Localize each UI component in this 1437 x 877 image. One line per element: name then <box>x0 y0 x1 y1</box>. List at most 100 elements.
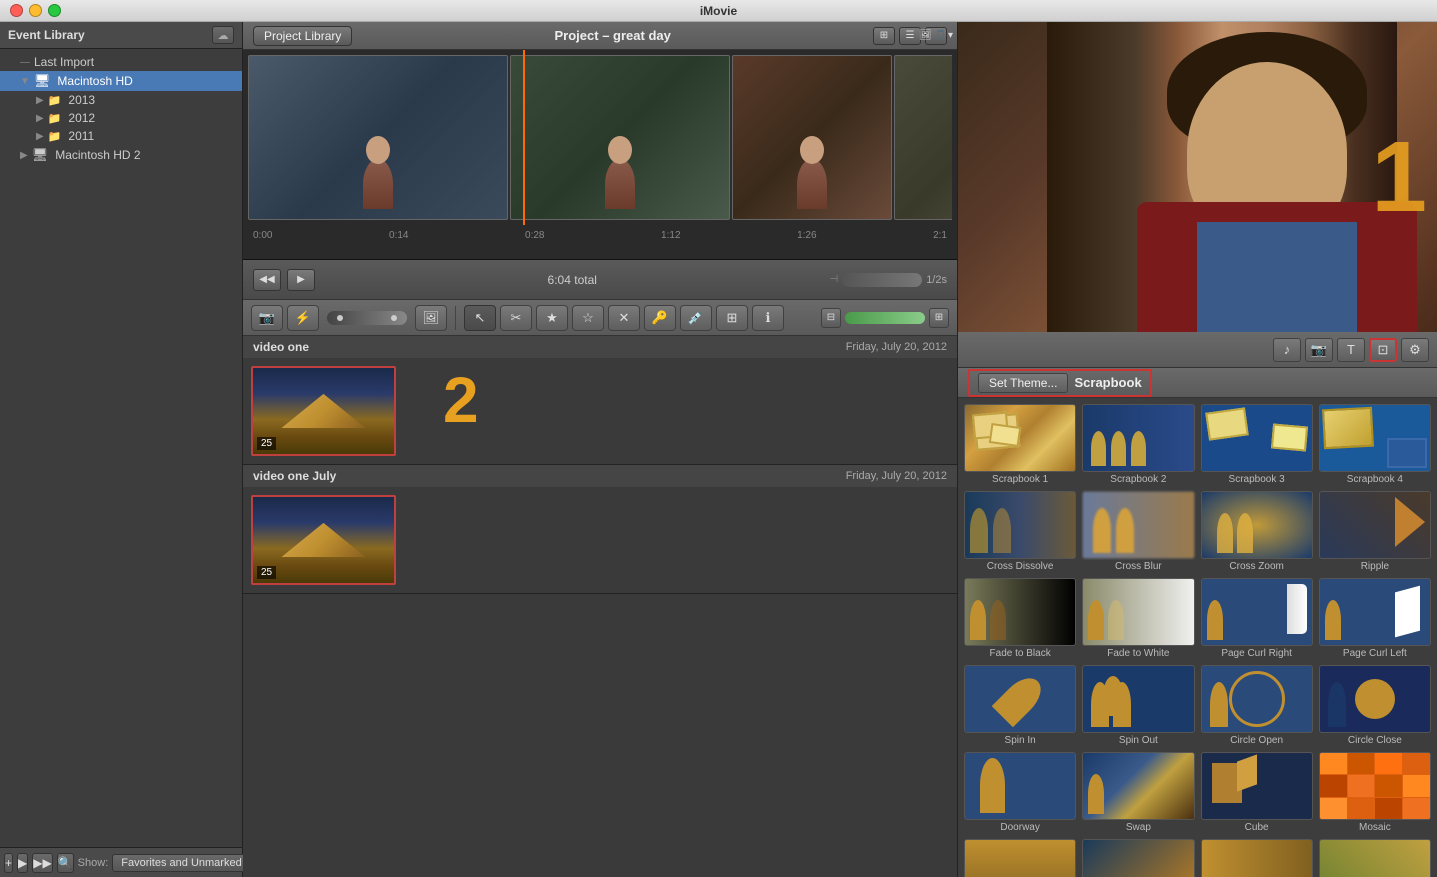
transition-bottom1[interactable] <box>962 837 1078 877</box>
event-thumb-2[interactable]: 25 <box>251 495 396 585</box>
transition-spin-in[interactable]: Spin In <box>962 663 1078 748</box>
sidebar-item-2011[interactable]: ▶ 📁 2011 <box>0 127 242 145</box>
select-tool-btn[interactable]: ↖ <box>464 305 496 331</box>
music-btn[interactable]: ♪ <box>1273 338 1301 362</box>
rate-unfavorite-btn[interactable]: ☆ <box>572 305 604 331</box>
computer-icon: ▼ <box>20 76 30 87</box>
event-thumbnails-2: 25 <box>243 487 957 593</box>
transition-bottom4[interactable] <box>1317 837 1433 877</box>
preview-annotation-number: 1 <box>1371 127 1427 227</box>
sidebar-item-macintosh-hd2[interactable]: ▶ 🖥 Macintosh HD 2 <box>0 145 242 165</box>
timeline-clip-4[interactable] <box>894 55 952 220</box>
transition-bottom2[interactable] <box>1080 837 1196 877</box>
trans-label-scrapbook4: Scrapbook 4 <box>1347 474 1403 485</box>
title-btn[interactable]: T <box>1337 338 1365 362</box>
transition-circle-open[interactable]: Circle Open <box>1199 663 1315 748</box>
close-button[interactable] <box>10 4 23 17</box>
transition-page-curl-left[interactable]: Page Curl Left <box>1317 576 1433 661</box>
trim-slider[interactable] <box>327 311 407 325</box>
folder-icon: ▶ <box>36 95 44 106</box>
transition-cross-blur[interactable]: Cross Blur <box>1080 489 1196 574</box>
transition-scrapbook1[interactable]: Scrapbook 1 <box>962 402 1078 487</box>
transition-fade-white[interactable]: Fade to White <box>1080 576 1196 661</box>
zoom-out-btn[interactable]: ⊟ <box>821 308 841 328</box>
trans-label-page-curl-left: Page Curl Left <box>1343 648 1407 659</box>
transition-cube[interactable]: Cube <box>1199 750 1315 835</box>
scrapbook-label: Scrapbook <box>1074 375 1141 390</box>
trans-thumb-cross-zoom <box>1201 491 1313 559</box>
reject-btn[interactable]: ✕ <box>608 305 640 331</box>
transition-mosaic[interactable]: Mosaic <box>1317 750 1433 835</box>
transition-scrapbook4[interactable]: Scrapbook 4 <box>1317 402 1433 487</box>
speed-control: ⊣ 1/2s <box>829 273 947 287</box>
play-event-btn[interactable]: ▶ <box>17 853 28 873</box>
transition-spin-out[interactable]: Spin Out <box>1080 663 1196 748</box>
grid-view-btn[interactable]: ⊞ <box>873 27 895 45</box>
camera-icon-btn[interactable]: 📷 <box>251 305 283 331</box>
dropdown-btn[interactable]: 🖼 🎵 ▾ <box>925 27 947 45</box>
transition-scrapbook2[interactable]: Scrapbook 2 <box>1080 402 1196 487</box>
sidebar-item-2013[interactable]: ▶ 📁 2013 <box>0 91 242 109</box>
event-group-header-2[interactable]: video one July Friday, July 20, 2012 <box>243 465 957 487</box>
trans-label-cross-zoom: Cross Zoom <box>1229 561 1283 572</box>
timeline-clip-1[interactable] <box>248 55 508 220</box>
trans-thumb-scrapbook4 <box>1319 404 1431 472</box>
rewind-btn[interactable]: ◀◀ <box>253 269 281 291</box>
rate-favorite-btn[interactable]: ★ <box>536 305 568 331</box>
trans-thumb-fade-black <box>964 578 1076 646</box>
sidebar-item-label: Macintosh HD 2 <box>55 148 140 162</box>
transition-page-curl-right[interactable]: Page Curl Right <box>1199 576 1315 661</box>
zoom-btn[interactable]: 🔍 <box>57 853 74 873</box>
project-library-button[interactable]: Project Library <box>253 26 352 46</box>
transition-ripple[interactable]: Ripple <box>1317 489 1433 574</box>
transition-fade-black[interactable]: Fade to Black <box>962 576 1078 661</box>
thumbnail-btn[interactable]: 🖼 <box>415 305 447 331</box>
trim-tool-btn[interactable]: ✂ <box>500 305 532 331</box>
filter-select[interactable]: Favorites and Unmarked <box>112 854 263 872</box>
folder-icon-2012: 📁 <box>48 112 62 125</box>
speed-slider-track[interactable] <box>842 273 922 287</box>
transition-circle-close[interactable]: Circle Close <box>1317 663 1433 748</box>
sidebar-item-2012[interactable]: ▶ 📁 2012 <box>0 109 242 127</box>
trans-label-cross-dissolve: Cross Dissolve <box>987 561 1054 572</box>
set-theme-button[interactable]: Set Theme... <box>978 373 1068 393</box>
minimize-button[interactable] <box>29 4 42 17</box>
keyword-btn[interactable]: 🔑 <box>644 305 676 331</box>
maximize-button[interactable] <box>48 4 61 17</box>
event-group-date-2: Friday, July 20, 2012 <box>846 470 947 482</box>
transition-doorway[interactable]: Doorway <box>962 750 1078 835</box>
sidebar-item-last-import[interactable]: — Last Import <box>0 53 242 71</box>
transition-cross-zoom[interactable]: Cross Zoom <box>1199 489 1315 574</box>
hd-icon: 🖥 <box>34 73 51 89</box>
volume-slider[interactable] <box>845 312 925 324</box>
zoom-in-btn[interactable]: ⊞ <box>929 308 949 328</box>
add-event-btn[interactable]: + <box>4 853 13 873</box>
list-view-btn[interactable]: ☰ <box>899 27 921 45</box>
play-fullscreen-btn[interactable]: ▶▶ <box>32 853 52 873</box>
trans-label-swap: Swap <box>1126 822 1151 833</box>
timeline-clip-3[interactable] <box>732 55 892 220</box>
play-btn[interactable]: ▶ <box>287 269 315 291</box>
sidebar-toggle-btn[interactable]: ☁ <box>212 26 234 44</box>
info-btn[interactable]: ℹ <box>752 305 784 331</box>
maps-btn[interactable]: ⚙ <box>1401 338 1429 362</box>
transitions-btn[interactable]: ⊡ <box>1369 338 1397 362</box>
photo-icon: 🖼 <box>919 30 932 41</box>
trans-label-ripple: Ripple <box>1361 561 1389 572</box>
cloud-icon: ☁ <box>218 29 229 42</box>
event-thumb-1[interactable]: 25 <box>251 366 396 456</box>
transition-bottom3[interactable] <box>1199 837 1315 877</box>
transition-cross-dissolve[interactable]: Cross Dissolve <box>962 489 1078 574</box>
transition-swap[interactable]: Swap <box>1080 750 1196 835</box>
effects-btn[interactable]: ⚡ <box>287 305 319 331</box>
event-group-header-1[interactable]: video one Friday, July 20, 2012 <box>243 336 957 358</box>
photo-btn[interactable]: 📷 <box>1305 338 1333 362</box>
sidebar-title: Event Library <box>8 28 85 42</box>
color-btn[interactable]: 💉 <box>680 305 712 331</box>
transition-scrapbook3[interactable]: Scrapbook 3 <box>1199 402 1315 487</box>
timeline-clip-2[interactable] <box>510 55 730 220</box>
playhead <box>523 50 525 225</box>
sidebar-item-macintosh-hd[interactable]: ▼ 🖥 Macintosh HD <box>0 71 242 91</box>
sidebar-item-label: 2011 <box>68 129 94 143</box>
crop-btn[interactable]: ⊞ <box>716 305 748 331</box>
